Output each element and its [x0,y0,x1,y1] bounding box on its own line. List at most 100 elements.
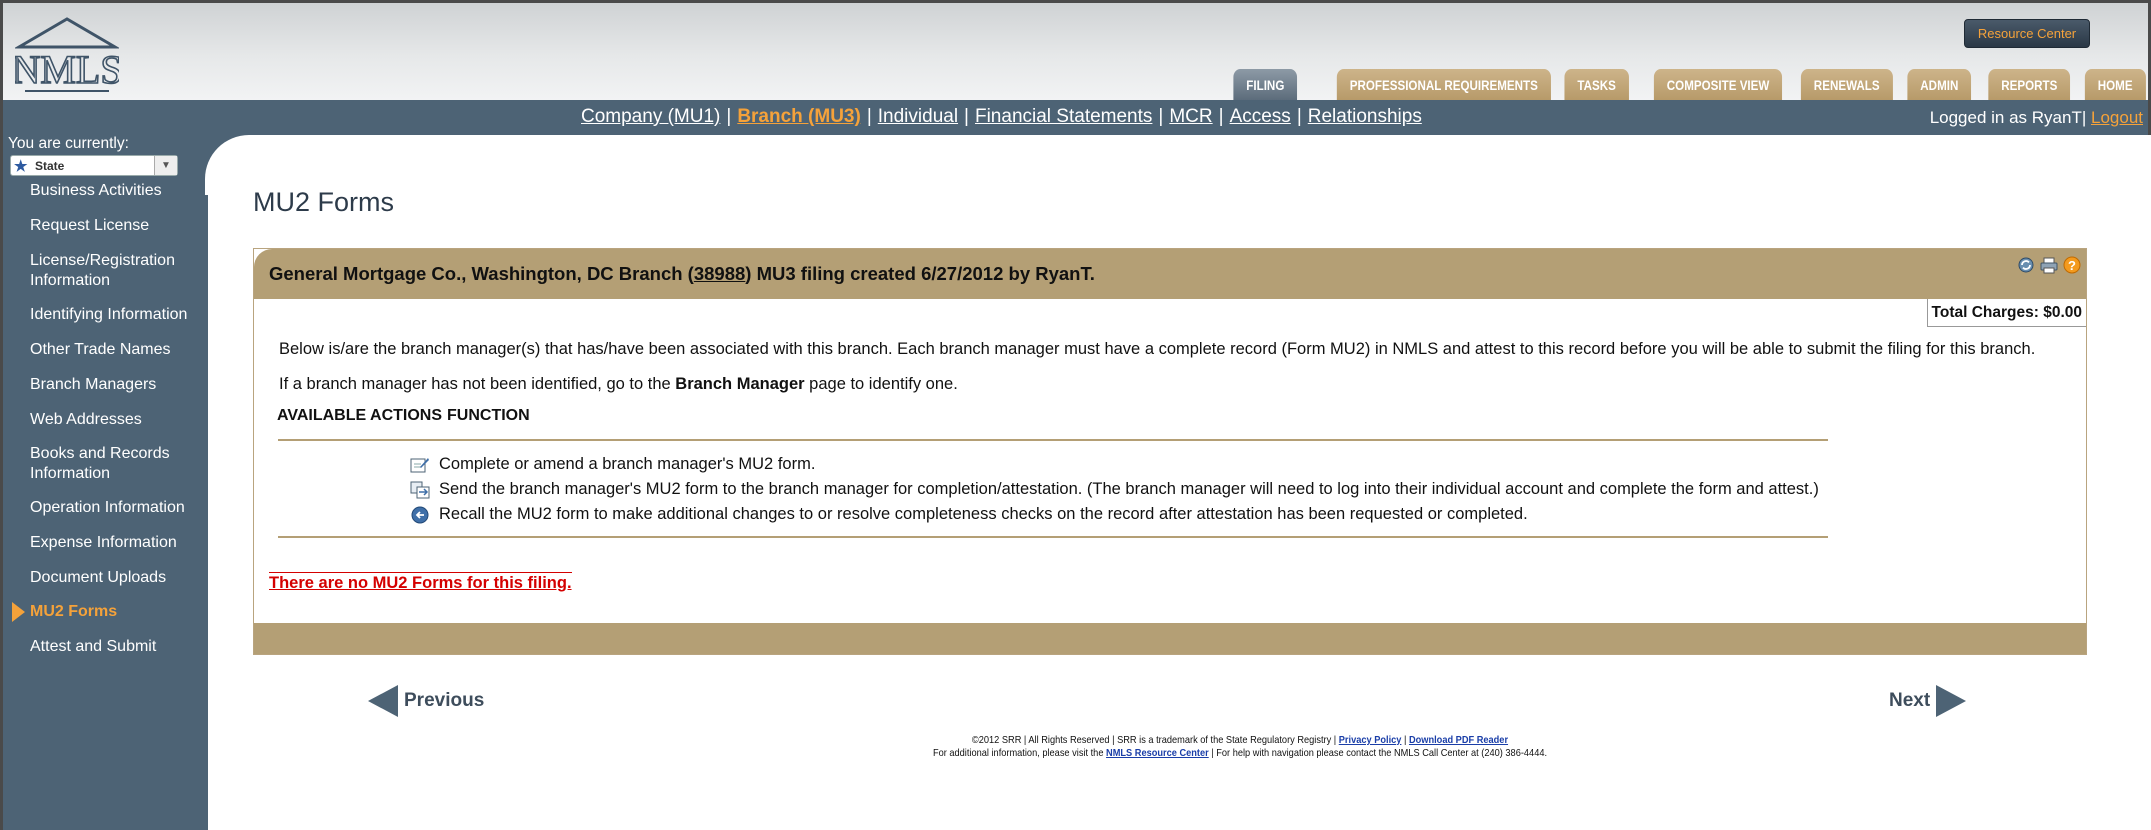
nav-financial-statements[interactable]: Financial Statements [975,106,1152,127]
nav-separator: | [1158,106,1164,127]
column-header-function: FUNCTION [447,407,530,424]
filing-summary-prefix: General Mortgage Co., Washington, DC Bra… [269,263,694,284]
sidebar-item-business-activities[interactable]: Business Activities [3,181,162,201]
edit-icon [410,456,430,474]
sidebar-item-books-and-records-information[interactable]: Books and Records Information [3,444,203,484]
branch-manager-page-name: Branch Manager [675,375,805,393]
logged-in-status: Logged in as RyanT| Logout [1930,108,2143,128]
arrow-right-icon [1936,685,1967,717]
nav-relationships[interactable]: Relationships [1308,106,1422,127]
nmls-resource-center-link[interactable]: NMLS Resource Center [1106,747,1209,759]
recall-icon [410,506,430,524]
copyright-text: ©2012 SRR | All Rights Reserved | SRR is… [971,734,1339,746]
tab-filing[interactable]: FILING [1233,69,1298,100]
sidebar-item-attest-and-submit[interactable]: Attest and Submit [3,637,156,657]
header: NMLS Resource Center FILING PROFESSIONAL… [0,0,2151,100]
active-marker-icon [12,602,25,622]
sidebar-item-document-uploads[interactable]: Document Uploads [3,568,166,588]
tab-home[interactable]: HOME [2084,69,2145,100]
filing-summary: General Mortgage Co., Washington, DC Bra… [269,263,1095,285]
sidebar-item-license-registration-information[interactable]: License/Registration Information [3,251,203,291]
footer-separator: | [1401,734,1409,746]
sidebar-item-label: MU2 Forms [30,603,118,620]
column-header-available-actions: AVAILABLE ACTIONS [277,407,443,424]
logout-link[interactable]: Logout [2091,108,2143,127]
refresh-icon[interactable] [2016,255,2036,275]
you-are-currently-label: You are currently: [8,135,129,152]
filing-type-links: Company (MU1) | Branch (MU3) | Individual | Fi… [581,106,1422,128]
tab-reports[interactable]: REPORTS [1988,69,2071,100]
tab-admin[interactable]: ADMIN [1907,69,1972,100]
send-icon [410,481,430,499]
content-corner [205,135,265,195]
footer-line-1: ©2012 SRR | All Rights Reserved | SRR is… [747,734,1733,747]
tab-tasks[interactable]: TASKS [1564,69,1630,100]
resource-center-button[interactable]: Resource Center [1964,19,2090,48]
nav-access[interactable]: Access [1230,106,1291,127]
sidebar-item-identifying-information[interactable]: Identifying Information [3,305,187,325]
logout-separator: | [2081,108,2087,127]
footer-line-2: For additional information, please visit… [747,747,1733,760]
next-button[interactable]: Next [1889,683,1967,719]
previous-button[interactable]: Previous [368,683,484,719]
sidebar-item-operation-information[interactable]: Operation Information [3,498,185,518]
sub-nav-bar: Company (MU1) | Branch (MU3) | Individual | Fi… [0,100,2151,135]
total-charges: Total Charges: $0.00 [1926,299,2086,327]
nav-separator: | [726,106,732,127]
nav-separator: | [964,106,969,127]
nav-branch-mu3[interactable]: Branch (MU3) [737,106,861,127]
nav-separator: | [1296,106,1302,127]
download-pdf-reader-link[interactable]: Download PDF Reader [1409,734,1508,746]
sidebar-item-branch-managers[interactable]: Branch Managers [3,375,156,395]
svg-text:?: ? [2068,258,2076,273]
empty-state-message: There are no MU2 Forms for this filing. [269,572,572,592]
help-icon[interactable]: ? [2062,255,2082,275]
legend-text: Recall the MU2 form to make additional c… [439,505,1528,523]
role-select-value: State [35,159,65,173]
nmls-logo-graphic: NMLS [11,17,123,93]
nav-company-mu1[interactable]: Company (MU1) [581,106,720,127]
print-icon[interactable] [2039,255,2059,275]
panel-header-icons: ? [2016,255,2082,275]
hint-prefix: If a branch manager has not been identif… [279,375,676,393]
nav-separator: | [866,106,872,127]
tab-composite-view[interactable]: COMPOSITE VIEW [1654,69,1783,100]
legend-divider-bottom [278,536,1828,538]
filing-panel-header: General Mortgage Co., Washington, DC Bra… [254,249,2086,299]
svg-text:NMLS: NMLS [15,47,119,92]
footer-info-prefix: For additional information, please visit… [932,747,1107,759]
previous-label: Previous [404,690,485,711]
filing-id: 38988 [693,263,746,284]
arrow-left-icon [368,685,398,717]
hint-suffix: page to identify one. [804,375,958,393]
sidebar-item-other-trade-names[interactable]: Other Trade Names [3,340,171,360]
role-select[interactable]: ★ State ▼ [10,155,178,176]
sidebar-item-expense-information[interactable]: Expense Information [3,533,177,553]
main-tabs: FILING PROFESSIONAL REQUIREMENTS TASKS C… [1223,69,2145,100]
tab-professional-requirements[interactable]: PROFESSIONAL REQUIREMENTS [1336,69,1551,100]
legend-text: Complete or amend a branch manager's MU2… [439,455,816,473]
nmls-logo[interactable]: NMLS [11,17,123,95]
filing-summary-suffix: ) MU3 filing created 6/27/2012 by RyanT. [745,263,1095,284]
sidebar: You are currently: ★ State ▼ Business Ac… [0,135,208,830]
branch-manager-hint: If a branch manager has not been identif… [279,375,958,394]
nav-individual[interactable]: Individual [878,106,958,127]
filing-panel-footer [254,623,2086,654]
legend-divider-top [278,439,1828,441]
nav-separator: | [1218,106,1224,127]
sidebar-item-request-license[interactable]: Request License [3,216,149,236]
star-icon: ★ [14,158,28,175]
page-title: MU2 Forms [253,187,394,217]
footer: ©2012 SRR | All Rights Reserved | SRR is… [747,734,1733,760]
sidebar-item-mu2-forms[interactable]: MU2 Forms [3,602,203,622]
filing-panel: General Mortgage Co., Washington, DC Bra… [253,248,2087,655]
privacy-policy-link[interactable]: Privacy Policy [1339,734,1402,746]
footer-help-text: | For help with navigation please contac… [1208,747,1548,759]
next-label: Next [1889,690,1931,711]
chevron-down-icon: ▼ [154,156,177,175]
sidebar-item-web-addresses[interactable]: Web Addresses [3,410,142,430]
instructions-text: Below is/are the branch manager(s) that … [279,340,2036,358]
logged-in-user: Logged in as RyanT [1929,108,2082,127]
tab-renewals[interactable]: RENEWALS [1801,69,1893,100]
nav-mcr[interactable]: MCR [1169,106,1212,127]
